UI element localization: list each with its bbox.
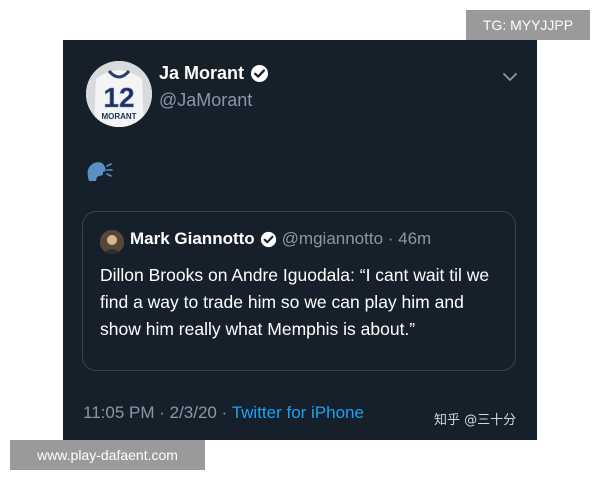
avatar[interactable]: 12 MORANT	[86, 61, 152, 127]
display-name-label: Ja Morant	[159, 63, 245, 83]
quoted-avatar[interactable]	[100, 230, 124, 254]
quoted-tweet[interactable]: Mark Giannotto @mgiannotto · 46m Dillon …	[82, 211, 516, 371]
display-name[interactable]: Ja Morant	[159, 63, 269, 84]
timestamp[interactable]: 11:05 PM · 2/3/20 ·	[83, 403, 232, 422]
jersey-name: MORANT	[101, 112, 136, 121]
verified-badge-icon	[250, 64, 269, 83]
quoted-text: Dillon Brooks on Andre Iguodala: “I cant…	[100, 265, 490, 339]
watermark-credit: 知乎 @三十分	[434, 413, 517, 428]
quoted-handle-time: @mgiannotto · 46m	[281, 229, 432, 248]
source-link[interactable]: Twitter for iPhone	[232, 403, 364, 422]
watermark-bottom-left: www.play-dafaent.com	[10, 440, 205, 470]
chevron-down-icon[interactable]	[501, 68, 519, 86]
watermark-top-right: TG: MYYJJPP	[466, 10, 590, 40]
quoted-header: Mark Giannotto @mgiannotto · 46m	[130, 229, 431, 249]
tweet-footer: 11:05 PM · 2/3/20 · Twitter for iPhone	[83, 403, 364, 423]
quoted-display-name[interactable]: Mark Giannotto	[130, 229, 255, 249]
jersey-number: 12	[103, 82, 134, 113]
verified-badge-icon	[260, 231, 277, 248]
jersey-avatar-image: 12 MORANT	[86, 61, 152, 127]
speaking-head-icon	[85, 159, 113, 183]
tweet-card: 12 MORANT Ja Morant @JaMorant Mark Giann…	[63, 40, 537, 440]
handle[interactable]: @JaMorant	[159, 90, 252, 111]
